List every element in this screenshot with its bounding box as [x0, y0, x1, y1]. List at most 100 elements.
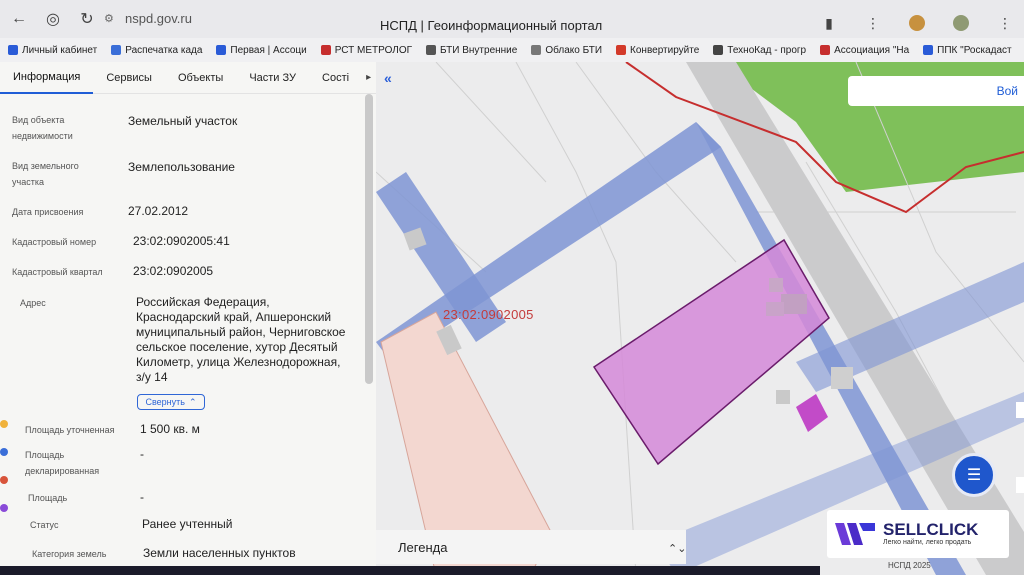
bookmark-item[interactable]: ППК "Роскадаст	[923, 44, 1012, 56]
more-icon[interactable]: ⋮	[996, 14, 1014, 32]
bookmark-label: Конвертируйте	[630, 44, 700, 56]
bookmark-label: ППК "Роскадаст	[937, 44, 1012, 56]
status-value: Ранее учтенный	[142, 517, 233, 531]
watermark-subtitle: Легко найти, легко продать	[883, 538, 972, 546]
building	[766, 302, 784, 316]
legend-label: Легенда	[398, 539, 448, 555]
bookmarks-bar: Личный кабинет Распечатка када Первая | Ас…	[0, 38, 1024, 62]
app-dot-icon[interactable]	[0, 420, 8, 428]
area-label: Площадь	[28, 493, 68, 503]
map-control-edge[interactable]	[1016, 477, 1024, 493]
object-type-value: Земельный участок	[128, 114, 238, 128]
area-declared-value: -	[140, 447, 144, 461]
bookmark-label: Ассоциация "На	[834, 44, 910, 56]
tab-2[interactable]: Объекты	[165, 62, 236, 94]
address-value: Российская Федерация, Краснодарский край…	[136, 295, 346, 384]
watermark-title: SELLCLICK	[883, 519, 979, 539]
cad-quarter-value[interactable]: 23:02:0902005	[133, 264, 213, 279]
bookmark-item[interactable]: Личный кабинет	[8, 45, 97, 56]
address-label: Адрес	[20, 298, 46, 308]
profile-avatar-icon[interactable]	[908, 14, 926, 32]
collapse-panel-icon[interactable]: «	[384, 70, 392, 86]
collapse-address-button[interactable]: Свернуть ⌃	[137, 394, 205, 410]
bookmark-favicon-icon	[820, 45, 831, 55]
bookmark-label: Облако БТИ	[545, 44, 603, 56]
site-info-icon[interactable]: ◎	[38, 4, 68, 34]
cadastral-quarter-label: 23:02:0902005	[443, 307, 534, 322]
sellclick-watermark: SELLCLICK Легко найти, легко продать	[827, 510, 1009, 558]
object-type-label: Вид объекта недвижимости	[12, 115, 73, 141]
cad-number-value[interactable]: 23:02:0902005:41	[133, 234, 230, 249]
legend-panel[interactable]: Легенда	[376, 530, 686, 564]
browser-right-icons: ▮ ⋮ ⋮	[820, 14, 1014, 32]
bookmark-favicon-icon	[616, 45, 627, 55]
building	[776, 390, 790, 404]
app-dot-icon[interactable]	[0, 504, 8, 512]
bookmark-favicon-icon	[426, 45, 437, 55]
bookmark-favicon-icon	[320, 45, 331, 55]
bookmark-label: Первая | Ассоци	[230, 44, 307, 56]
tabs-scroll-right-icon[interactable]: ▸	[366, 72, 371, 83]
bookmark-favicon-icon	[216, 45, 227, 55]
chevron-updown-icon[interactable]: ⌃⌄	[668, 542, 686, 555]
map-search-input[interactable]: Вой	[848, 76, 1024, 106]
extension-icon[interactable]	[952, 14, 970, 32]
bookmark-label: Распечатка када	[125, 44, 203, 56]
bookmark-item[interactable]: РСТ МЕТРОЛОГ	[320, 44, 413, 56]
status-label: Статус	[30, 520, 59, 530]
parcel-type-label: Вид земельного участка	[12, 161, 79, 187]
bookmark-label: Личный кабинет	[22, 44, 98, 56]
side-app-dots	[0, 420, 10, 532]
cad-number-label: Кадастровый номер	[12, 237, 97, 247]
cad-quarter-label: Кадастровый квартал	[12, 267, 103, 277]
back-icon[interactable]: ←	[4, 4, 34, 34]
chat-button[interactable]: ☰	[952, 453, 996, 497]
app-dot-icon[interactable]	[0, 476, 8, 484]
bookmark-favicon-icon	[111, 45, 122, 55]
menu-dots-icon[interactable]: ⋮	[864, 14, 882, 32]
bookmark-item[interactable]: БТИ Внутренние	[426, 45, 517, 56]
building	[769, 278, 783, 292]
page-title: НСПД | Геоинформационный портал	[380, 18, 603, 33]
bookmark-item[interactable]: Облако БТИ	[531, 45, 602, 56]
date-value: 27.02.2012	[128, 204, 189, 218]
area-declared-label: Площадь декларированная	[25, 450, 100, 476]
info-panel: Информация Сервисы Объекты Части ЗУ Сості ▸ В…	[0, 62, 376, 575]
bookmark-label: ТехноКад - прогр	[727, 44, 807, 56]
bookmark-item[interactable]: Первая | Ассоци	[216, 44, 307, 56]
collapse-label: Свернуть	[145, 397, 185, 407]
land-category-value: Земли населенных пунктов	[143, 546, 296, 560]
app-dot-icon[interactable]	[0, 448, 8, 456]
bookmark-icon[interactable]: ▮	[820, 14, 838, 32]
tab-4[interactable]: Сості	[309, 62, 362, 94]
date-label: Дата присвоения	[12, 207, 84, 217]
bookmark-label: РСТ МЕТРОЛОГ	[334, 44, 413, 56]
area-precise-label: Площадь уточненная	[25, 425, 115, 435]
chevron-up-icon: ⌃	[188, 396, 197, 407]
chat-icon: ☰	[966, 467, 982, 484]
tune-icon[interactable]: ⚙	[104, 12, 116, 25]
building	[831, 367, 853, 389]
building	[781, 294, 807, 314]
panel-scrollbar[interactable]	[365, 94, 373, 384]
url-text[interactable]: nspd.gov.ru	[125, 11, 192, 26]
map-footer: НСПД 2025	[888, 561, 931, 570]
os-taskbar	[0, 566, 820, 575]
bookmark-label: БТИ Внутренние	[440, 44, 518, 56]
map-control-edge[interactable]	[1016, 402, 1024, 418]
sellclick-logo-icon	[835, 523, 875, 545]
tab-3[interactable]: Части ЗУ	[236, 62, 309, 94]
reload-icon[interactable]: ↻	[72, 4, 102, 34]
bookmark-item[interactable]: ТехноКад - прогр	[713, 45, 806, 56]
bookmark-favicon-icon	[8, 45, 18, 55]
bookmark-item[interactable]: Конвертируйте	[616, 45, 699, 56]
area-precise-value: 1 500 кв. м	[140, 422, 200, 436]
tab-1[interactable]: Сервисы	[93, 62, 165, 94]
area-value: -	[140, 490, 144, 504]
bookmark-favicon-icon	[923, 45, 934, 55]
search-label: Вой	[996, 84, 1018, 98]
bookmark-favicon-icon	[531, 45, 542, 55]
tab-0[interactable]: Информация	[0, 62, 94, 94]
bookmark-item[interactable]: Ассоциация "На	[820, 45, 909, 56]
bookmark-item[interactable]: Распечатка када	[111, 45, 202, 56]
